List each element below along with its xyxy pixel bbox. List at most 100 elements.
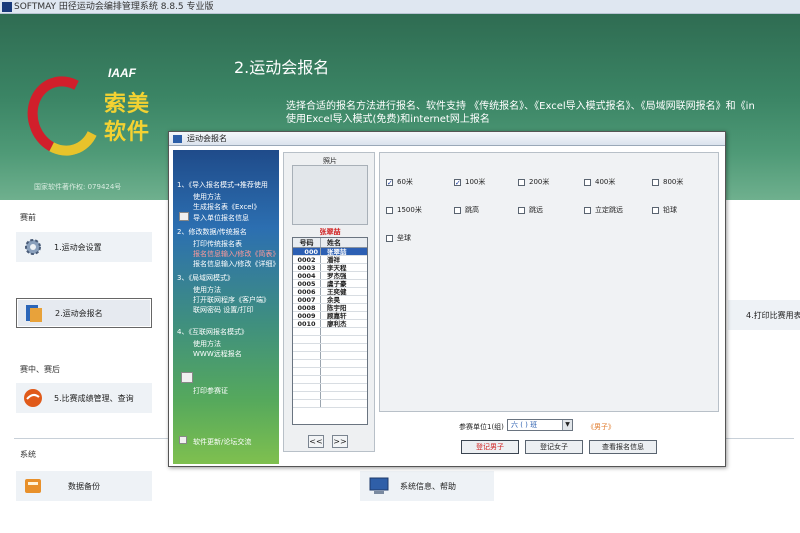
- table-row[interactable]: [293, 392, 367, 400]
- table-row[interactable]: 000 张翠喆: [293, 248, 367, 256]
- register-male-button[interactable]: 登记男子: [461, 440, 519, 454]
- roster-number: [293, 352, 321, 359]
- side-s2-input-detail-link[interactable]: 报名信息输入/修改《详细》: [193, 259, 279, 269]
- side-s3-pwd-link[interactable]: 联网密码 设置/打印: [193, 305, 254, 315]
- roster-number: 0005: [293, 280, 321, 288]
- checkbox-empty-icon[interactable]: [386, 234, 393, 242]
- side-s4-title: 4、《互联网报名模式》: [177, 328, 248, 336]
- dialog-titlebar: 运动会报名: [169, 132, 725, 146]
- unit-select[interactable]: 六 ( ) 班 ▼: [507, 419, 573, 431]
- menu-print-button[interactable]: 4.打印比赛用表: [728, 300, 800, 330]
- roster-name: [321, 392, 367, 399]
- event-checkbox[interactable]: ✓ 60米: [386, 177, 413, 187]
- side-s1-gen-excel-link[interactable]: 生成报名表《Excel》: [193, 202, 261, 212]
- table-row[interactable]: [293, 352, 367, 360]
- table-row[interactable]: 0007 余昊: [293, 296, 367, 304]
- roster-number: 0003: [293, 264, 321, 272]
- menu-results-button[interactable]: 5.比赛成绩管理、查询: [16, 383, 152, 413]
- side-s1-title: 1、《导入报名模式→推荐使用: [177, 181, 268, 189]
- registration-dialog: 运动会报名 1、《导入报名模式→推荐使用 使用方法 生成报名表《Excel》 导…: [168, 131, 726, 467]
- table-row[interactable]: 0004 罗杰强: [293, 272, 367, 280]
- table-row[interactable]: [293, 336, 367, 344]
- side-print-cert-link[interactable]: 打印参赛证: [193, 386, 228, 396]
- selected-athlete-name: 张翠喆: [319, 228, 341, 236]
- table-row[interactable]: [293, 384, 367, 392]
- printer-icon: [181, 372, 193, 383]
- table-row[interactable]: 0005 虞子豪: [293, 280, 367, 288]
- table-row[interactable]: [293, 360, 367, 368]
- checkbox-checked-icon[interactable]: ✓: [454, 178, 461, 186]
- table-row[interactable]: [293, 400, 367, 408]
- roster-name: [321, 360, 367, 367]
- event-checkbox[interactable]: 跳高: [454, 205, 479, 215]
- register-female-button[interactable]: 登记女子: [525, 440, 583, 454]
- side-s2-print-link[interactable]: 打印传统报名表: [193, 239, 242, 249]
- table-row[interactable]: 0003 李天程: [293, 264, 367, 272]
- window-title: SOFTMAY 田径运动会编排管理系统 8.8.5 专业版: [14, 2, 214, 12]
- event-checkbox[interactable]: 200米: [518, 177, 549, 187]
- roster-number: [293, 384, 321, 391]
- register-book-icon: [23, 302, 45, 324]
- athlete-photo[interactable]: [292, 165, 368, 225]
- event-checkbox[interactable]: 400米: [584, 177, 615, 187]
- roster-number: 0009: [293, 312, 321, 320]
- checkbox-checked-icon[interactable]: ✓: [386, 178, 393, 186]
- roster-number: [293, 360, 321, 367]
- side-s2-input-link[interactable]: 报名信息输入/修改《简表》: [193, 249, 279, 259]
- checkbox-empty-icon[interactable]: [584, 206, 591, 214]
- menu-backup-button[interactable]: 数据备份: [16, 471, 152, 501]
- side-s4-usage-link[interactable]: 使用方法: [193, 339, 221, 349]
- roster-name: 罗杰强: [327, 272, 347, 280]
- backup-drive-icon: [22, 475, 44, 497]
- menu-register-button[interactable]: 2.运动会报名: [16, 298, 152, 328]
- group-system: 系统: [20, 450, 36, 459]
- checkbox-empty-icon[interactable]: [518, 178, 525, 186]
- table-row[interactable]: [293, 368, 367, 376]
- roster-name: [321, 344, 367, 351]
- table-row[interactable]: 0008 陈宇阳: [293, 304, 367, 312]
- table-row[interactable]: [293, 376, 367, 384]
- checkbox-empty-icon[interactable]: [584, 178, 591, 186]
- dialog-title: 运动会报名: [187, 134, 227, 143]
- menu-setup-button[interactable]: 1.运动会设置: [16, 232, 152, 262]
- event-checkbox[interactable]: 跳远: [518, 205, 543, 215]
- checkbox-empty-icon[interactable]: [652, 206, 659, 214]
- side-update-link[interactable]: 软件更新/论坛交流: [193, 437, 251, 447]
- checkbox-empty-icon[interactable]: [518, 206, 525, 214]
- table-row[interactable]: 0002 潘祥: [293, 256, 367, 264]
- checkbox-empty-icon[interactable]: [454, 206, 461, 214]
- side-s3-open-link[interactable]: 打开联网程序《客户端》: [193, 295, 270, 305]
- event-label: 1500米: [397, 206, 422, 214]
- menu-sysinfo-button[interactable]: 系统信息、帮助: [360, 471, 494, 501]
- roster-number: 0007: [293, 296, 321, 304]
- side-s1-import-link[interactable]: 导入单位报名信息: [193, 213, 249, 223]
- side-s3-usage-link[interactable]: 使用方法: [193, 285, 221, 295]
- roster-number: 0004: [293, 272, 321, 280]
- side-s4-www-link[interactable]: WWW远程报名: [193, 349, 242, 359]
- roster-name: 顾嘉轩: [327, 312, 347, 320]
- table-row[interactable]: 0006 王奕健: [293, 288, 367, 296]
- event-checkbox[interactable]: 1500米: [386, 205, 422, 215]
- softmay-logo: IAAF 索美 软件: [17, 64, 168, 166]
- roster-number: [293, 400, 321, 407]
- checkbox-empty-icon[interactable]: [652, 178, 659, 186]
- event-label: 铅球: [663, 206, 677, 214]
- view-registration-button[interactable]: 查看报名信息: [589, 440, 657, 454]
- pager-prev-button[interactable]: <<: [308, 435, 324, 448]
- event-checkbox[interactable]: 垒球: [386, 233, 411, 243]
- copyright-text: 国家软件著作权: 079424号: [34, 183, 122, 191]
- event-checkbox[interactable]: 铅球: [652, 205, 677, 215]
- chevron-down-icon[interactable]: ▼: [562, 420, 572, 430]
- table-row[interactable]: [293, 328, 367, 336]
- dialog-side-menu: 1、《导入报名模式→推荐使用 使用方法 生成报名表《Excel》 导入单位报名信…: [173, 150, 279, 464]
- event-checkbox[interactable]: 立定跳远: [584, 205, 623, 215]
- roster-name: [321, 352, 367, 359]
- table-row[interactable]: 0009 顾嘉轩: [293, 312, 367, 320]
- pager-next-button[interactable]: >>: [332, 435, 348, 448]
- table-row[interactable]: [293, 344, 367, 352]
- checkbox-empty-icon[interactable]: [386, 206, 393, 214]
- event-checkbox[interactable]: 800米: [652, 177, 683, 187]
- side-s1-usage-link[interactable]: 使用方法: [193, 192, 221, 202]
- table-row[interactable]: 0010 廖利杰: [293, 320, 367, 328]
- event-checkbox[interactable]: ✓ 100米: [454, 177, 485, 187]
